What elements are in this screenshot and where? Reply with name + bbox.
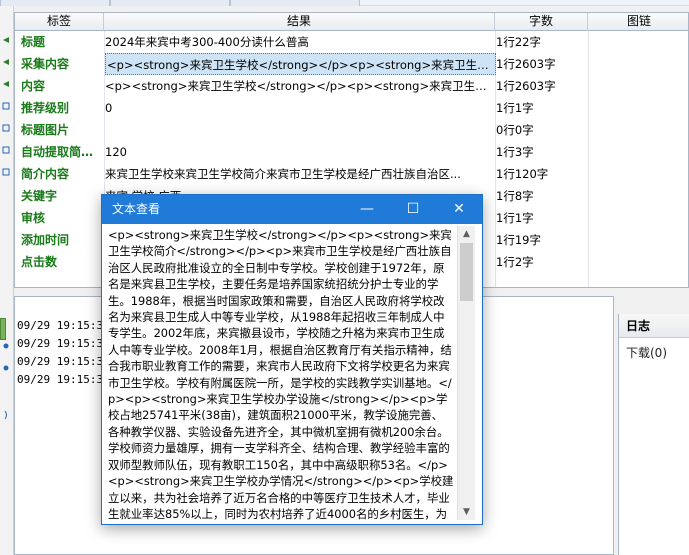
- row-count: 1行3字: [496, 145, 534, 159]
- row-result[interactable]: [105, 119, 491, 141]
- row-count: 1行8字: [496, 189, 534, 203]
- row-result-selected[interactable]: <p><strong>来宾卫生学校</strong></p><p><strong…: [105, 53, 496, 75]
- col-header-count[interactable]: 字数: [495, 13, 588, 31]
- row-count: 1行22字: [496, 35, 541, 49]
- gutter-toggle-button[interactable]: [0, 318, 6, 340]
- row-tag: 审核: [21, 211, 46, 225]
- arrow-icon: [3, 59, 9, 65]
- scroll-down-icon[interactable]: ▼: [458, 504, 475, 520]
- minimize-button[interactable]: —: [344, 195, 390, 224]
- maximize-button[interactable]: ☐: [390, 195, 436, 224]
- paren-icon: [4, 411, 7, 419]
- left-gutter: [0, 6, 14, 555]
- row-tag: 自动提取简…: [21, 145, 94, 159]
- table-row[interactable]: 推荐级别 0 1行1字: [15, 97, 688, 119]
- square-icon: [2, 124, 10, 132]
- row-tag: 简介内容: [21, 167, 70, 181]
- row-tag: 推荐级别: [21, 101, 70, 115]
- row-count: 1行1字: [496, 101, 534, 115]
- col-header-tag[interactable]: 标签: [15, 13, 104, 31]
- table-row[interactable]: 标题图片 0行0字: [15, 119, 688, 141]
- log-line: 09/29 19:15:31: [17, 319, 110, 332]
- log-line: 09/29 19:15:32: [17, 337, 110, 350]
- table-row[interactable]: 采集内容 <p><strong>来宾卫生学校</strong></p><p><s…: [15, 53, 688, 75]
- row-tag: 内容: [21, 79, 46, 93]
- table-row[interactable]: 自动提取简… 120 1行3字: [15, 141, 688, 163]
- row-result[interactable]: 0: [105, 97, 491, 119]
- table-row[interactable]: 简介内容 来宾卫生学校来宾卫生学校简介来宾市卫生学校是经广西壮族自治区... 1…: [15, 163, 688, 185]
- bullet-icon: [3, 365, 9, 371]
- arrow-icon: [3, 81, 9, 87]
- dialog-title-bar[interactable]: 文本查看 — ☐ ✕: [102, 195, 482, 224]
- dialog-title: 文本查看: [112, 202, 161, 216]
- arrow-icon: [3, 37, 9, 43]
- row-tag: 采集内容: [21, 57, 70, 71]
- row-tag: 标题: [21, 35, 46, 49]
- row-count: 1行2字: [496, 255, 534, 269]
- grid-header: 标签 结果 字数 图链: [15, 13, 688, 31]
- dialog-text-area[interactable]: <p><strong>来宾卫生学校</strong></p><p><strong…: [106, 226, 456, 520]
- dialog-scrollbar[interactable]: ▲ ▼: [457, 226, 475, 520]
- top-tab-2[interactable]: [110, 0, 230, 6]
- scroll-up-icon[interactable]: ▲: [458, 226, 475, 242]
- row-result[interactable]: 来宾卫生学校来宾卫生学校简介来宾市卫生学校是经广西壮族自治区...: [105, 163, 491, 185]
- row-result[interactable]: 120: [105, 141, 491, 163]
- top-tab-3[interactable]: [230, 0, 360, 6]
- side-log-panel: 日志 下载(0): [618, 314, 689, 555]
- row-tag: 标题图片: [21, 123, 70, 137]
- bullet-icon: [3, 343, 9, 349]
- row-count: 1行1字: [496, 211, 534, 225]
- table-row[interactable]: 内容 <p><strong>来宾卫生学校</strong></p><p><str…: [15, 75, 688, 97]
- row-tag: 关键字: [21, 189, 58, 203]
- side-panel-title[interactable]: 日志: [619, 314, 689, 338]
- table-row[interactable]: 标题 2024年来宾中考300-400分读什么普高 1行22字: [15, 31, 688, 53]
- col-header-result[interactable]: 结果: [104, 13, 495, 31]
- row-count: 1行19字: [496, 233, 541, 247]
- log-line: 09/29 19:15:32: [17, 355, 110, 368]
- row-tag: 点击数: [21, 255, 58, 269]
- square-icon: [2, 102, 10, 110]
- text-view-dialog: 文本查看 — ☐ ✕ <p><strong>来宾卫生学校</strong></p…: [101, 194, 483, 525]
- square-icon: [2, 146, 10, 154]
- top-tab-strip: [0, 0, 689, 6]
- row-count: 1行120字: [496, 167, 549, 181]
- row-tag: 添加时间: [21, 233, 70, 247]
- square-icon: [2, 168, 10, 176]
- col-header-image-link[interactable]: 图链: [588, 13, 688, 31]
- row-result[interactable]: <p><strong>来宾卫生学校</strong></p><p><strong…: [105, 75, 491, 97]
- download-count-item[interactable]: 下载(0): [619, 338, 689, 361]
- row-count: 0行0字: [496, 123, 534, 137]
- close-button[interactable]: ✕: [436, 195, 482, 224]
- row-result[interactable]: 2024年来宾中考300-400分读什么普高: [105, 31, 491, 53]
- row-count: 1行2603字: [496, 57, 556, 71]
- row-count: 1行2603字: [496, 79, 556, 93]
- top-tab-1[interactable]: [0, 0, 110, 6]
- log-line: 09/29 19:15:32: [17, 373, 110, 386]
- scroll-thumb[interactable]: [460, 243, 473, 301]
